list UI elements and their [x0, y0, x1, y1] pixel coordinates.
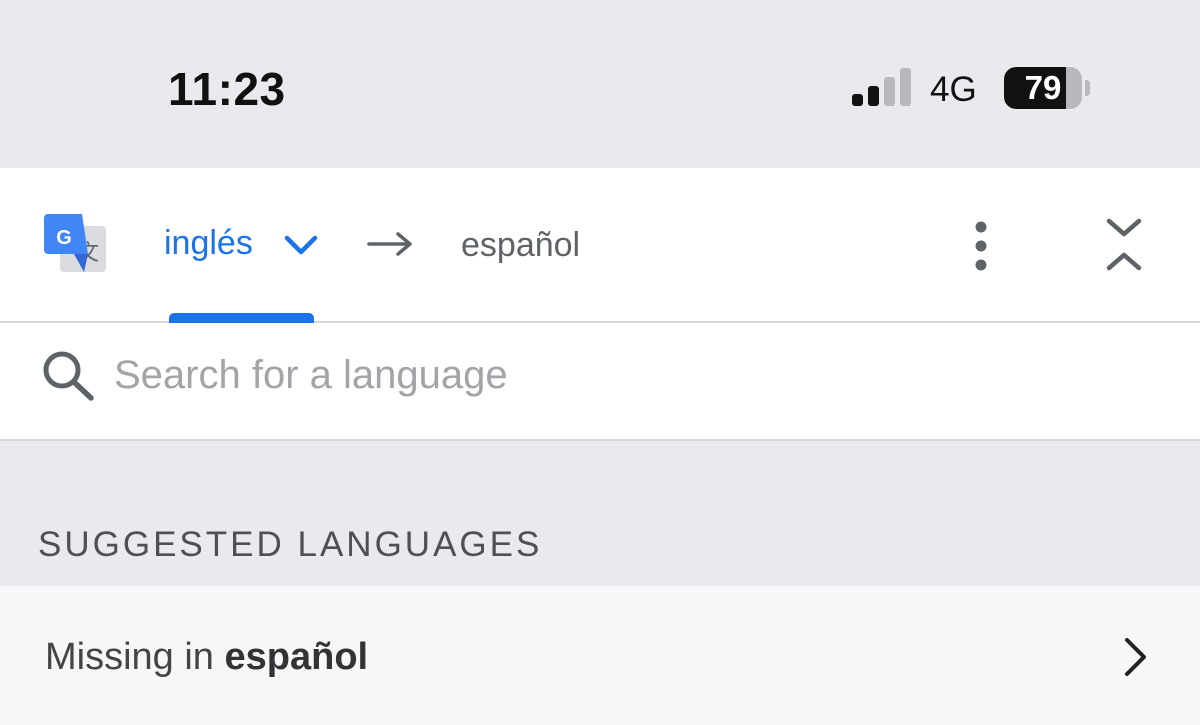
source-language-indicator	[169, 313, 314, 323]
battery-icon: 79	[1004, 67, 1090, 109]
language-search-input[interactable]	[114, 343, 1154, 407]
google-translate-icon[interactable]: 文 G	[44, 212, 108, 276]
right-arrow-icon	[367, 232, 412, 256]
chevron-right-icon	[1125, 638, 1146, 676]
source-language-button[interactable]: inglés	[164, 224, 253, 263]
list-item-prefix: Missing in	[45, 636, 225, 678]
status-bar: 11:23 4G 79	[0, 0, 1200, 168]
collapse-icon[interactable]	[1104, 212, 1144, 278]
list-item-language: español	[224, 636, 369, 678]
target-language-button[interactable]: español	[461, 226, 580, 265]
signal-strength-icon	[852, 68, 911, 106]
status-time: 11:23	[168, 63, 286, 115]
search-icon	[43, 351, 94, 401]
suggested-languages-header: SUGGESTED LANGUAGES	[38, 525, 543, 564]
list-item-label: Missing in español	[45, 636, 368, 679]
language-search-bar	[0, 323, 1200, 441]
list-item-missing-language[interactable]: Missing in español	[0, 586, 1200, 725]
translate-toolbar: 文 G inglés español	[0, 168, 1200, 323]
battery-percent: 79	[1024, 69, 1062, 106]
network-type: 4G	[930, 70, 977, 109]
svg-text:G: G	[56, 227, 72, 249]
screen: 11:23 4G 79 文 G inglés español Search fo…	[0, 0, 1200, 725]
more-vertical-icon[interactable]	[966, 218, 996, 274]
chevron-down-icon[interactable]	[284, 234, 318, 256]
